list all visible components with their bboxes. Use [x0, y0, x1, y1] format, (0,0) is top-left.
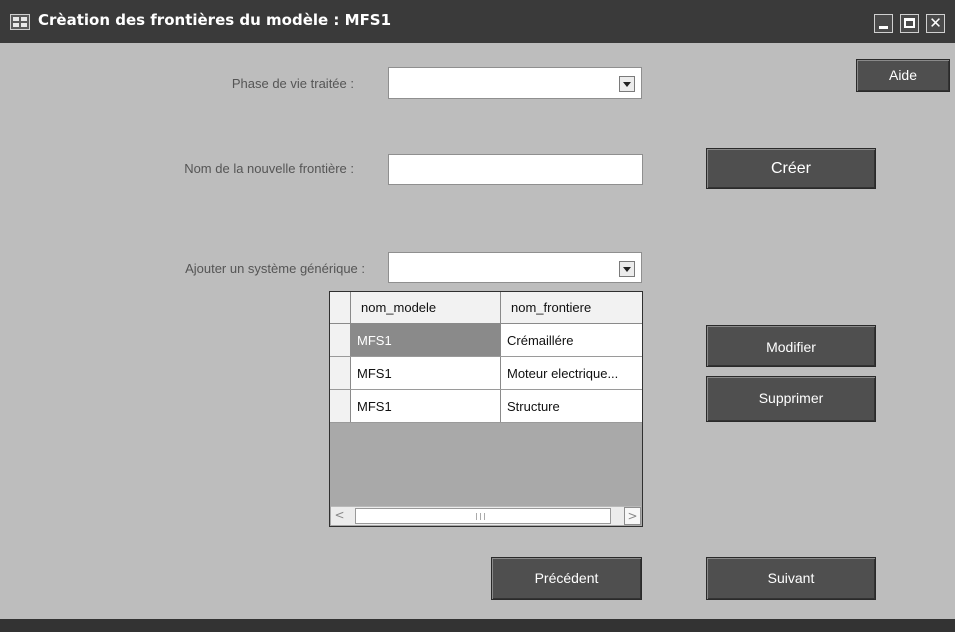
column-header-nom-modele[interactable]: nom_modele [351, 292, 501, 323]
close-icon: ✕ [929, 14, 942, 32]
maximize-button[interactable] [900, 14, 919, 33]
scroll-left-icon[interactable]: < [331, 507, 348, 525]
scrollbar-thumb[interactable] [355, 508, 611, 524]
horizontal-scrollbar[interactable]: < > [331, 506, 641, 525]
frontieres-grid[interactable]: nom_modele nom_frontiere MFS1 Crémaillér… [329, 291, 643, 527]
phase-label: Phase de vie traitée : [231, 76, 354, 91]
precedent-button[interactable]: Précédent [491, 557, 642, 600]
table-cell[interactable]: Crémaillére [501, 324, 642, 356]
modifier-button[interactable]: Modifier [706, 325, 876, 367]
nom-frontiere-input[interactable] [388, 154, 643, 185]
window-title: Crèation des frontières du modèle : MFS1 [38, 11, 392, 29]
table-cell[interactable]: MFS1 [351, 390, 501, 422]
suivant-button[interactable]: Suivant [706, 557, 876, 600]
nom-frontiere-label: Nom de la nouvelle frontière : [184, 161, 354, 176]
ajout-systeme-dropdown[interactable] [388, 252, 642, 283]
table-cell[interactable]: MFS1 [351, 357, 501, 389]
table-cell[interactable]: Structure [501, 390, 642, 422]
app-icon [10, 14, 30, 30]
grid-header: nom_modele nom_frontiere [330, 292, 642, 324]
title-bar: Crèation des frontières du modèle : MFS1… [0, 0, 955, 43]
table-cell[interactable]: Moteur electrique... [501, 357, 642, 389]
column-header-nom-frontiere[interactable]: nom_frontiere [501, 292, 642, 323]
bottom-bar [0, 619, 955, 632]
minimize-icon [879, 26, 888, 29]
grip-icon [476, 513, 485, 520]
table-row[interactable]: MFS1 Crémaillére [330, 324, 642, 357]
dropdown-arrow-icon[interactable] [619, 76, 635, 92]
ajout-systeme-label: Ajouter un système générique : [185, 261, 365, 276]
table-cell[interactable]: MFS1 [351, 324, 501, 356]
row-header[interactable] [330, 324, 351, 356]
scroll-right-icon[interactable]: > [624, 507, 641, 525]
row-header[interactable] [330, 357, 351, 389]
phase-dropdown[interactable] [388, 67, 642, 99]
table-row[interactable]: MFS1 Structure [330, 390, 642, 423]
minimize-button[interactable] [874, 14, 893, 33]
row-header[interactable] [330, 390, 351, 422]
supprimer-button[interactable]: Supprimer [706, 376, 876, 422]
table-row[interactable]: MFS1 Moteur electrique... [330, 357, 642, 390]
close-button[interactable]: ✕ [926, 14, 945, 33]
dropdown-arrow-icon[interactable] [619, 261, 635, 277]
grid-corner [330, 292, 351, 323]
aide-button[interactable]: Aide [856, 59, 950, 92]
creer-button[interactable]: Créer [706, 148, 876, 189]
maximize-icon [904, 18, 915, 28]
